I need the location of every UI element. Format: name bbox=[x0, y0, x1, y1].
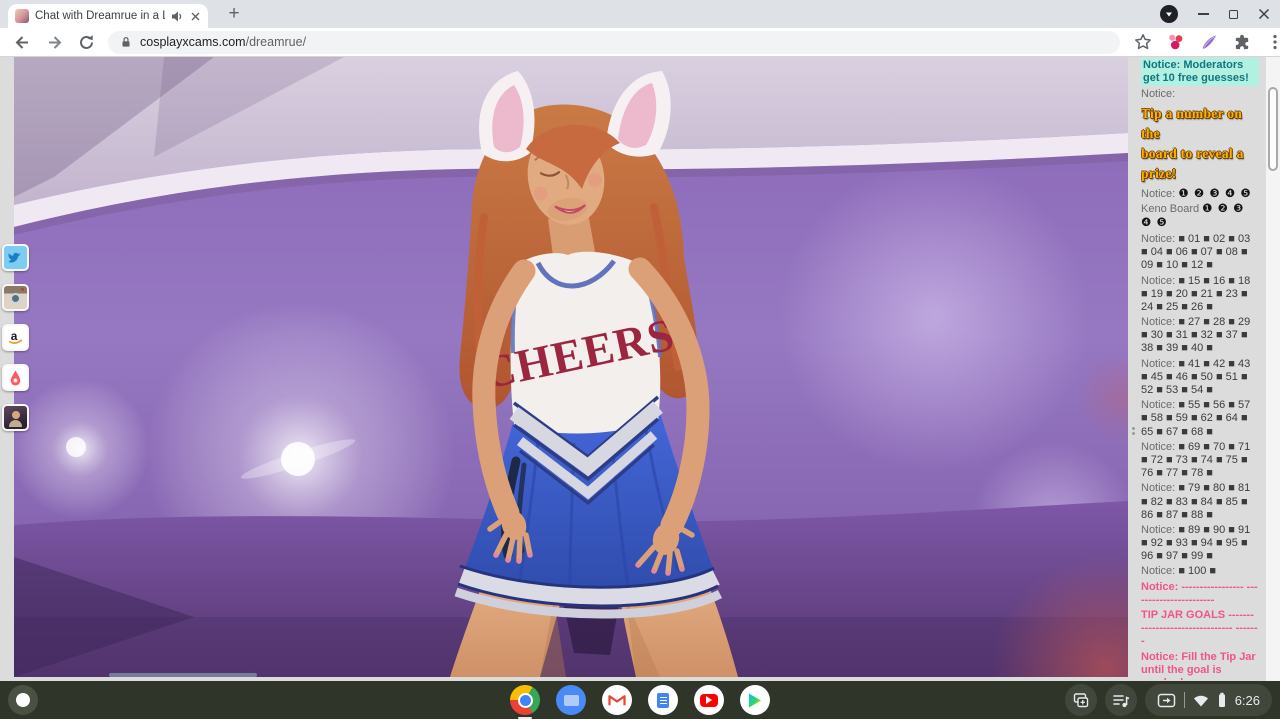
files-app-icon[interactable] bbox=[556, 685, 586, 715]
browser-tab[interactable]: Chat with Dreamrue in a Live bbox=[8, 4, 208, 28]
cast-screen-icon bbox=[1157, 693, 1176, 708]
circled-numbers-row: Notice: ❶ ❷ ❸ ❹ ❺ bbox=[1141, 188, 1259, 202]
tab-audio-icon[interactable] bbox=[171, 10, 184, 23]
purple-pen-extension-icon[interactable] bbox=[1200, 33, 1218, 51]
tab-title: Chat with Dreamrue in a Live bbox=[35, 10, 165, 22]
vertical-scrollbar[interactable] bbox=[1265, 57, 1280, 681]
camera-flash-dot bbox=[21, 288, 24, 291]
tab-search-button[interactable] bbox=[1160, 5, 1178, 23]
scrollbar-thumb[interactable] bbox=[1268, 87, 1278, 171]
keno-row: Notice: ■ 27 ■ 28 ■ 29 ■ 30 ■ 31 ■ 32 ■ … bbox=[1141, 316, 1259, 356]
new-tab-button[interactable]: + bbox=[222, 2, 246, 26]
reload-icon[interactable] bbox=[77, 33, 96, 52]
launcher-button[interactable] bbox=[8, 685, 38, 715]
chromeos-shelf: 6:26 bbox=[0, 681, 1280, 719]
lock-icon[interactable] bbox=[119, 35, 133, 49]
status-tray[interactable]: 6:26 bbox=[1145, 684, 1272, 716]
keno-row: Notice: ■ 55 ■ 56 ■ 57 ■ 58 ■ 59 ■ 62 ■ … bbox=[1141, 399, 1259, 439]
keno-row: Notice: ■ 100 ■ bbox=[1141, 565, 1259, 578]
panel-divider-handle[interactable] bbox=[1131, 427, 1136, 435]
keno-board-row: Keno Board ❶ ❷ ❸ ❹ ❺ bbox=[1141, 203, 1259, 231]
moderator-notice: Notice: Moderators get 10 free guesses! bbox=[1141, 58, 1259, 86]
keno-row: Notice: ■ 89 ■ 90 ■ 91 ■ 92 ■ 93 ■ 94 ■ … bbox=[1141, 524, 1259, 564]
page-content: CHEERS bbox=[0, 57, 1280, 681]
tab-favicon bbox=[15, 9, 29, 23]
browser-toolbar: cosplayxcams.com/dreamrue/ bbox=[0, 28, 1280, 57]
airbnb-icon[interactable] bbox=[2, 364, 29, 391]
extensions-puzzle-icon[interactable] bbox=[1233, 33, 1251, 51]
svg-text:a: a bbox=[11, 329, 18, 343]
tab-strip: Chat with Dreamrue in a Live + bbox=[0, 0, 1280, 28]
bookmark-star-icon[interactable] bbox=[1134, 33, 1152, 51]
tab-close-icon[interactable] bbox=[190, 11, 201, 22]
profile-photo-icon[interactable] bbox=[2, 404, 29, 431]
kebab-menu-icon[interactable] bbox=[1266, 33, 1280, 51]
keno-row: Notice: ■ 79 ■ 80 ■ 81 ■ 82 ■ 83 ■ 84 ■ … bbox=[1141, 482, 1259, 522]
address-bar[interactable]: cosplayxcams.com/dreamrue/ bbox=[108, 31, 1120, 54]
keno-row: Notice: ■ 15 ■ 16 ■ 18 ■ 19 ■ 20 ■ 21 ■ … bbox=[1141, 275, 1259, 315]
tip-banner-line1: Tip a number on the bbox=[1141, 104, 1259, 145]
media-controls-button[interactable] bbox=[1105, 684, 1137, 716]
chat-notices-panel: Notice: Moderators get 10 free guesses! … bbox=[1141, 58, 1259, 680]
wifi-icon bbox=[1193, 694, 1209, 707]
twitter-icon[interactable] bbox=[2, 244, 29, 271]
pink-extension-icon[interactable] bbox=[1167, 33, 1185, 51]
forward-icon[interactable] bbox=[45, 33, 64, 52]
chrome-app-icon[interactable] bbox=[510, 685, 540, 715]
avatar-head bbox=[12, 411, 20, 419]
restore-button[interactable] bbox=[1229, 10, 1238, 19]
clock: 6:26 bbox=[1235, 693, 1260, 708]
close-window-button[interactable] bbox=[1258, 8, 1270, 20]
tip-banner-line2: board to reveal a prize! bbox=[1141, 144, 1259, 185]
instagram-icon[interactable] bbox=[2, 284, 29, 311]
gmail-app-icon[interactable] bbox=[602, 685, 632, 715]
keno-row: Notice: ■ 01 ■ 02 ■ 03 ■ 04 ■ 06 ■ 07 ■ … bbox=[1141, 233, 1259, 273]
minimize-button[interactable] bbox=[1198, 13, 1209, 15]
horizontal-scrollbar[interactable] bbox=[109, 673, 257, 677]
back-icon[interactable] bbox=[13, 33, 32, 52]
live-video-player[interactable]: CHEERS bbox=[14, 57, 1128, 677]
youtube-app-icon[interactable] bbox=[694, 685, 724, 715]
pink-separator: Notice: ----------------- --------------… bbox=[1141, 581, 1259, 607]
play-store-app-icon[interactable] bbox=[740, 685, 770, 715]
keno-row: Notice: ■ 41 ■ 42 ■ 43 ■ 45 ■ 46 ■ 50 ■ … bbox=[1141, 358, 1259, 398]
camera-lens bbox=[10, 293, 21, 304]
keno-row: Notice: ■ 69 ■ 70 ■ 71 ■ 72 ■ 73 ■ 74 ■ … bbox=[1141, 441, 1259, 481]
notice-label: Notice: bbox=[1141, 88, 1175, 100]
amazon-icon[interactable]: a bbox=[2, 324, 29, 351]
avatar-body bbox=[9, 420, 22, 427]
battery-icon bbox=[1217, 692, 1227, 708]
url-text: cosplayxcams.com/dreamrue/ bbox=[140, 35, 306, 49]
tip-jar-goals-heading: TIP JAR GOALS ------- ------------------… bbox=[1141, 609, 1259, 649]
social-links-rail: a bbox=[2, 244, 32, 444]
tip-jar-fill-notice: Notice: Fill the Tip Jar until the goal … bbox=[1141, 651, 1259, 680]
docs-app-icon[interactable] bbox=[648, 685, 678, 715]
tray-divider bbox=[1184, 692, 1185, 708]
desks-button[interactable] bbox=[1065, 684, 1097, 716]
